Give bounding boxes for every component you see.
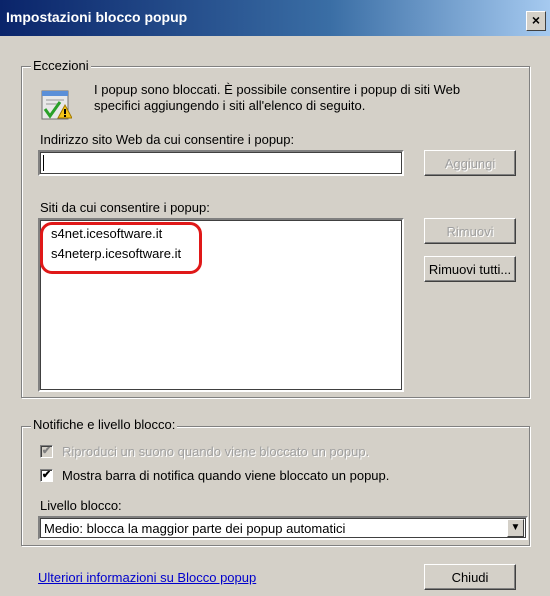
title-bar[interactable]: Impostazioni blocco popup × xyxy=(0,0,550,36)
info-text-line1: I popup sono bloccati. È possibile conse… xyxy=(94,82,461,97)
exceptions-legend: Eccezioni xyxy=(31,58,91,73)
address-input[interactable] xyxy=(38,150,404,176)
address-label: Indirizzo sito Web da cui consentire i p… xyxy=(40,132,295,147)
close-button[interactable]: Chiudi xyxy=(424,564,516,590)
remove-button[interactable]: Rimuovi xyxy=(424,218,516,244)
notifications-legend: Notifiche e livello blocco: xyxy=(31,417,178,432)
more-info-link[interactable]: Ulteriori informazioni su Blocco popup xyxy=(38,570,256,585)
add-button[interactable]: Aggiungi xyxy=(424,150,516,176)
close-window-button[interactable]: × xyxy=(526,11,546,31)
annotation-highlight xyxy=(40,222,202,274)
remove-all-button[interactable]: Rimuovi tutti... xyxy=(424,256,516,282)
close-icon: × xyxy=(531,12,541,28)
level-label: Livello blocco: xyxy=(40,498,122,513)
notification-bar-checkbox-label: Mostra barra di notifica quando viene bl… xyxy=(62,468,390,483)
blocking-level-value: Medio: blocca la maggior parte dei popup… xyxy=(44,521,346,536)
blocking-level-select[interactable]: Medio: blocca la maggior parte dei popup… xyxy=(38,516,528,540)
sound-checkbox-label: Riproduci un suono quando viene bloccato… xyxy=(62,444,370,459)
window-title: Impostazioni blocco popup xyxy=(6,9,188,25)
notification-bar-checkbox[interactable]: ✔ xyxy=(40,469,53,482)
sites-label: Siti da cui consentire i popup: xyxy=(40,200,210,215)
info-text-line2: specifici aggiungendo i siti all'elenco … xyxy=(94,98,366,113)
text-cursor xyxy=(43,155,44,171)
sound-checkbox[interactable]: ✔ xyxy=(40,445,53,458)
popup-blocker-info-icon xyxy=(38,88,73,122)
chevron-down-icon[interactable]: ▼ xyxy=(507,519,524,537)
popup-blocker-settings-dialog: Impostazioni blocco popup × Eccezioni I … xyxy=(0,0,550,596)
